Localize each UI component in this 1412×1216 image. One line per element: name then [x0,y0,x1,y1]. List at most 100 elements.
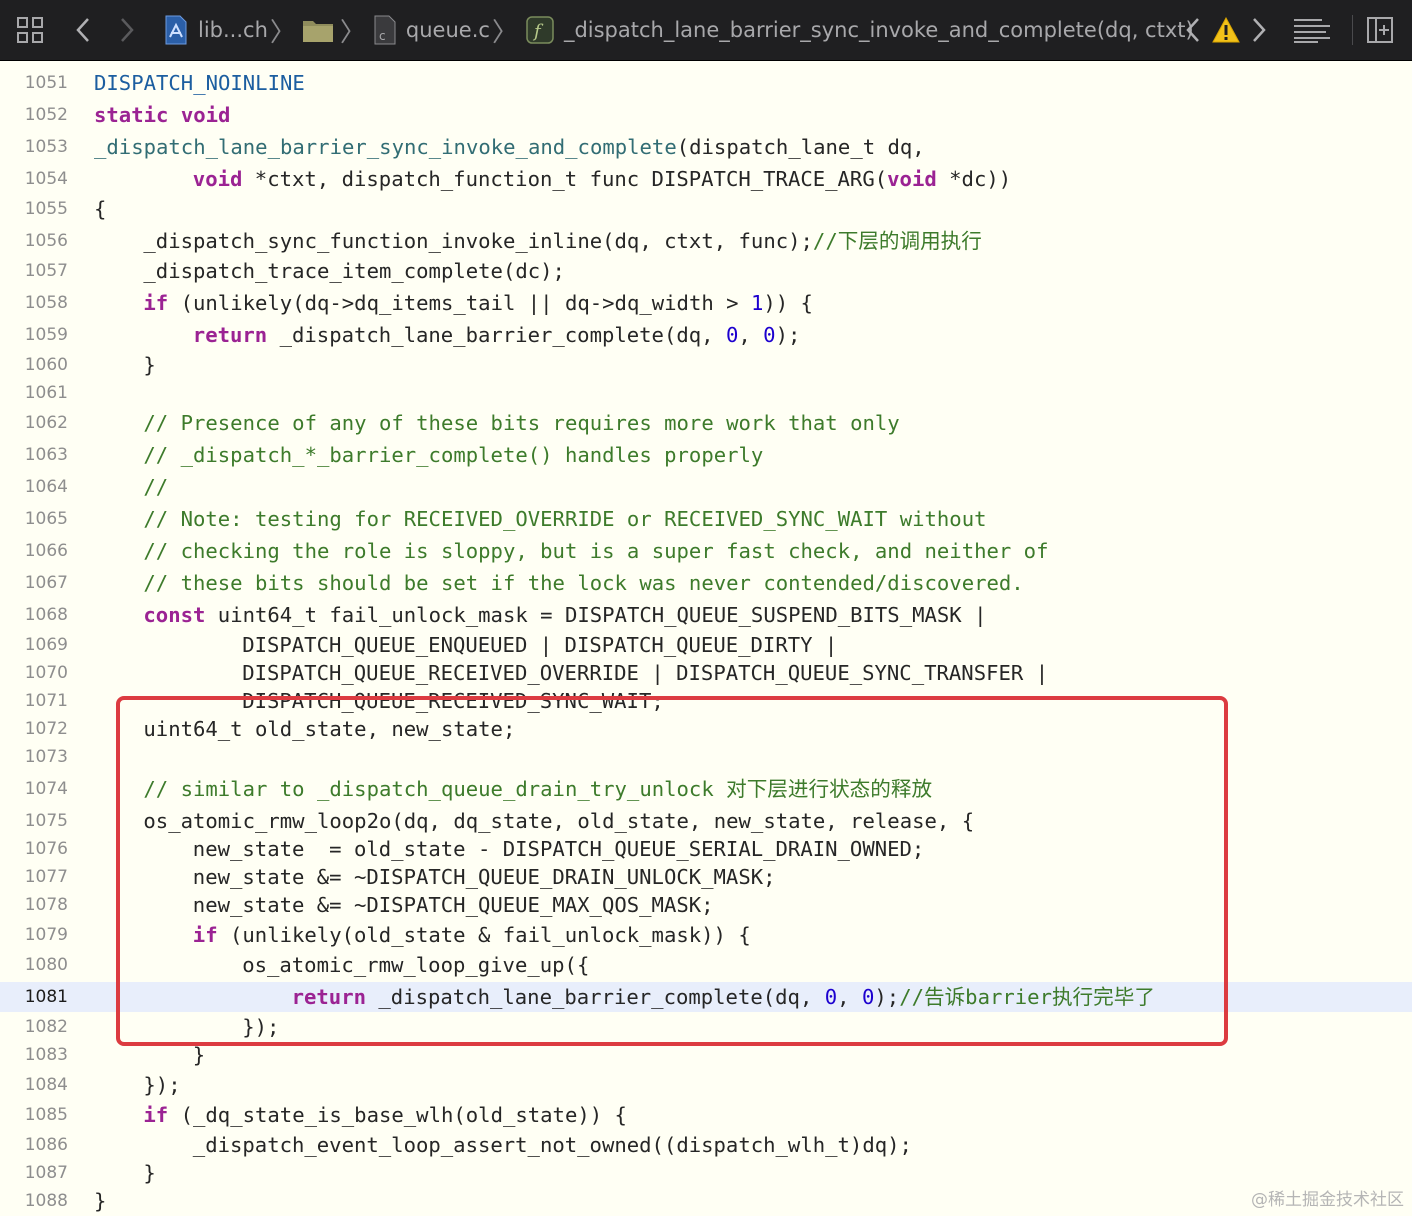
line-number[interactable]: 1051 [0,68,68,98]
code-text[interactable]: os_atomic_rmw_loop2o(dq, dq_state, old_s… [143,806,974,836]
code-line[interactable]: 1062 // Presence of any of these bits req… [0,408,1412,438]
line-number[interactable]: 1067 [0,568,68,598]
code-text[interactable]: new_state &= ~DISPATCH_QUEUE_DRAIN_UNLOC… [193,862,776,892]
code-line[interactable]: 1080 os_atomic_rmw_loop_give_up({ [0,950,1412,980]
line-number[interactable]: 1062 [0,408,68,438]
code-text[interactable]: static void [94,100,230,130]
code-line[interactable]: 1057 _dispatch_trace_item_complete(dc); [0,256,1412,286]
code-text[interactable]: DISPATCH_QUEUE_ENQUEUED | DISPATCH_QUEUE… [242,630,837,660]
code-line[interactable]: 1072 uint64_t old_state, new_state; [0,714,1412,744]
line-number[interactable]: 1072 [0,714,68,744]
line-number[interactable]: 1059 [0,320,68,350]
code-text[interactable]: if (unlikely(dq->dq_items_tail || dq->dq… [143,288,813,318]
code-line[interactable]: 1071 DISPATCH_QUEUE_RECEIVED_SYNC_WAIT; [0,686,1412,716]
line-number[interactable]: 1076 [0,834,68,864]
chevron-left-icon[interactable] [1184,0,1202,60]
line-number[interactable]: 1071 [0,686,68,716]
code-line[interactable]: 1079 if (unlikely(old_state & fail_unlock… [0,920,1412,950]
line-number[interactable]: 1060 [0,350,68,380]
code-line[interactable]: 1058 if (unlikely(dq->dq_items_tail || dq… [0,288,1412,318]
folder-icon[interactable] [302,17,334,43]
line-number[interactable]: 1066 [0,536,68,566]
source-editor[interactable]: 1051 DISPATCH_NOINLINE 1052 static void 1053… [0,60,1412,1214]
code-line[interactable]: 1076 new_state = old_state - DISPATCH_QUE… [0,834,1412,864]
code-line[interactable]: 1075 os_atomic_rmw_loop2o(dq, dq_state, o… [0,806,1412,836]
code-text[interactable]: DISPATCH_QUEUE_RECEIVED_SYNC_WAIT; [242,686,664,716]
code-line[interactable]: 1064 // [0,472,1412,502]
code-text[interactable]: // [143,472,168,502]
code-text[interactable]: if (unlikely(old_state & fail_unlock_mas… [193,920,751,950]
line-number[interactable]: 1081 [0,982,68,1012]
line-number[interactable]: 1074 [0,774,68,804]
line-number[interactable]: 1087 [0,1158,68,1188]
code-line[interactable]: 1078 new_state &= ~DISPATCH_QUEUE_MAX_QOS… [0,890,1412,920]
code-text[interactable]: DISPATCH_QUEUE_RECEIVED_OVERRIDE | DISPA… [242,658,1048,688]
code-line[interactable]: 1081 return _dispatch_lane_barrier_comple… [0,982,1412,1012]
code-text[interactable]: } [193,1040,205,1070]
code-line[interactable]: 1051 DISPATCH_NOINLINE [0,68,1412,98]
code-text[interactable]: _dispatch_sync_function_invoke_inline(dq… [143,226,981,256]
line-number[interactable]: 1064 [0,472,68,502]
line-number[interactable]: 1084 [0,1070,68,1100]
code-line[interactable]: 1074 // similar to _dispatch_queue_drain_… [0,774,1412,804]
code-text[interactable]: _dispatch_event_loop_assert_not_owned((d… [193,1130,912,1160]
code-text[interactable]: return _dispatch_lane_barrier_complete(d… [292,982,1155,1012]
code-text[interactable]: uint64_t old_state, new_state; [143,714,515,744]
code-line[interactable]: 1059 return _dispatch_lane_barrier_comple… [0,320,1412,350]
code-line[interactable]: 1067 // these bits should be set if the l… [0,568,1412,598]
line-number[interactable]: 1073 [0,742,68,772]
code-text[interactable]: // checking the role is sloppy, but is a… [143,536,1048,566]
code-line[interactable]: 1055 { [0,194,1412,224]
code-text[interactable]: { [94,194,106,224]
line-number[interactable]: 1056 [0,226,68,256]
code-line[interactable]: 1083} [0,1040,1412,1070]
line-number[interactable]: 1083 [0,1040,68,1070]
code-text[interactable]: os_atomic_rmw_loop_give_up({ [242,950,589,980]
line-number[interactable]: 1052 [0,100,68,130]
code-line[interactable]: 1077 new_state &= ~DISPATCH_QUEUE_DRAIN_U… [0,862,1412,892]
code-line[interactable]: 1052 static void [0,100,1412,130]
line-number[interactable]: 1085 [0,1100,68,1130]
code-text[interactable]: } [94,1186,106,1216]
code-line[interactable]: 1070 DISPATCH_QUEUE_RECEIVED_OVERRIDE | D… [0,658,1412,688]
code-line[interactable]: 1066 // checking the role is sloppy, but … [0,536,1412,566]
code-text[interactable]: // Presence of any of these bits require… [143,408,899,438]
line-number[interactable]: 1075 [0,806,68,836]
line-number[interactable]: 1054 [0,164,68,194]
code-line[interactable]: 1068 const uint64_t fail_unlock_mask = DI… [0,600,1412,630]
add-editor-pane-icon[interactable] [1366,0,1394,60]
code-text[interactable]: return _dispatch_lane_barrier_complete(d… [193,320,801,350]
minimap-lines-icon[interactable] [1292,0,1332,60]
code-text[interactable]: } [143,350,155,380]
line-number[interactable]: 1070 [0,658,68,688]
code-line[interactable]: 1073 [0,742,1412,772]
line-number[interactable]: 1079 [0,920,68,950]
code-line[interactable]: 1060} [0,350,1412,380]
related-items-grid-icon[interactable] [16,0,44,60]
code-text[interactable]: if (_dq_state_is_base_wlh(old_state)) { [143,1100,627,1130]
code-text[interactable]: }); [143,1070,180,1100]
code-text[interactable]: new_state = old_state - DISPATCH_QUEUE_S… [193,834,925,864]
code-text[interactable]: _dispatch_lane_barrier_sync_invoke_and_c… [94,132,925,162]
line-number[interactable]: 1058 [0,288,68,318]
code-line[interactable]: 1087} [0,1158,1412,1188]
line-number[interactable]: 1077 [0,862,68,892]
line-number[interactable]: 1063 [0,440,68,470]
line-number[interactable]: 1069 [0,630,68,660]
line-number[interactable]: 1068 [0,600,68,630]
code-line[interactable]: 1065 // Note: testing for RECEIVED_OVERRI… [0,504,1412,534]
code-text[interactable]: } [143,1158,155,1188]
code-line[interactable]: 1053 _dispatch_lane_barrier_sync_invoke_a… [0,132,1412,162]
chevron-right-icon[interactable] [118,0,136,60]
code-text[interactable]: DISPATCH_NOINLINE [94,68,305,98]
code-text[interactable]: void *ctxt, dispatch_function_t func DIS… [193,164,1011,194]
breadcrumb-project[interactable]: lib...ch [198,18,268,42]
chevron-right-icon[interactable] [1250,0,1268,60]
line-number[interactable]: 1088 [0,1186,68,1216]
code-text[interactable]: // Note: testing for RECEIVED_OVERRIDE o… [143,504,986,534]
chevron-left-icon[interactable] [74,0,92,60]
line-number[interactable]: 1053 [0,132,68,162]
code-line[interactable]: 1069 DISPATCH_QUEUE_ENQUEUED | DISPATCH_Q… [0,630,1412,660]
code-line[interactable]: 1061 [0,378,1412,408]
code-line[interactable]: 1085 if (_dq_state_is_base_wlh(old_state)… [0,1100,1412,1130]
